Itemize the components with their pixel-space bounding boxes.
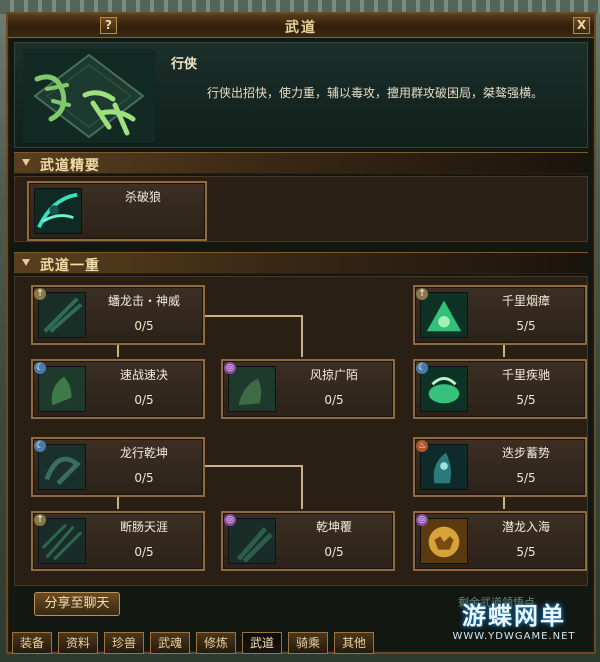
essence-panel: 杀破狼 [14,176,588,242]
wind-sweep-icon [228,366,276,412]
skill-badge: ♨ [416,440,428,452]
tab-profile[interactable]: 资料 [58,632,98,654]
collapse-arrow-icon [22,259,30,266]
skill-badge: ☾ [34,362,46,374]
skill-card-suzhan[interactable]: ☾ 速战速决 0/5 [31,359,205,419]
tab-mounts[interactable]: 骑乘 [288,632,328,654]
skill-level: 5/5 [516,471,536,485]
skill-card-fengjuan[interactable]: ◎ 风掠广陌 0/5 [221,359,395,419]
skill-card-longxing[interactable]: ☾ 龙行乾坤 0/5 [31,437,205,497]
tree-connector [301,465,303,509]
skill-level: 0/5 [134,393,154,407]
watermark-url: WWW.YDWGAME.NET [452,631,576,642]
skill-badge: ↑ [416,288,428,300]
dragon-walk-icon [38,444,86,490]
skill-level: 0/5 [134,545,154,559]
skill-badge: ◎ [224,514,236,526]
skill-card-diebu[interactable]: ♨ 迭步蓄势 5/5 [413,437,587,497]
skill-name: 迭步蓄势 [501,446,550,460]
tab-equipment[interactable]: 装备 [12,632,52,654]
tree-connector [205,315,301,317]
martial-way-window: ? 武道 X 行侠 行侠出招快，使力重，辅以毒攻，擅用群攻破困局，桀骜强横。 武… [6,12,596,654]
school-header: 行侠 行侠出招快，使力重，辅以毒攻，擅用群攻破困局，桀骜强横。 [14,42,588,148]
skill-name: 千里疾驰 [501,368,550,382]
skill-name: 风掠广陌 [309,368,358,382]
miasma-icon [420,292,468,338]
section-essence-header[interactable]: 武道精要 [14,152,588,174]
tab-pets[interactable]: 珍兽 [104,632,144,654]
close-button[interactable]: X [573,17,590,34]
skill-badge: ☾ [34,440,46,452]
share-to-chat-button[interactable]: 分享至聊天 [34,592,120,616]
skill-card-qianlong[interactable]: ◎ 潜龙入海 5/5 [413,511,587,571]
skill-badge: ↑ [34,288,46,300]
skill-name: 龙行乾坤 [119,446,168,460]
tree-connector [503,497,505,509]
skill-badge: ◎ [224,362,236,374]
skill-name: 乾坤覆 [315,520,352,534]
skill-badge: ☾ [416,362,428,374]
section-essence-title: 武道精要 [40,158,100,174]
essence-skill-card[interactable]: 杀破狼 [27,181,207,241]
skill-level: 5/5 [516,393,536,407]
school-emblem [23,49,155,143]
essence-skill-name: 杀破狼 [124,190,161,204]
school-description: 行侠出招快，使力重，辅以毒攻，擅用群攻破困局，桀骜强横。 [207,86,544,100]
skill-name: 蟠龙击・神威 [107,294,180,308]
dragon-strike-icon [38,292,86,338]
tab-cultivation[interactable]: 修炼 [196,632,236,654]
tree-connector [301,315,303,357]
tab-martial-soul[interactable]: 武魂 [150,632,190,654]
skill-card-qiankunfu[interactable]: ◎ 乾坤覆 0/5 [221,511,395,571]
window-title: 武道 [285,20,317,36]
skill-name: 千里烟瘴 [501,294,550,308]
skill-level: 0/5 [134,471,154,485]
skill-card-qianlichi[interactable]: ☾ 千里疾驰 5/5 [413,359,587,419]
skill-level: 0/5 [134,319,154,333]
section-tier1-title: 武道一重 [40,258,100,274]
tree-connector [117,345,119,357]
school-name: 行侠 [171,57,198,72]
heartbreak-icon [38,518,86,564]
hidden-dragon-icon [420,518,468,564]
skill-tree-panel: ↑ 蟠龙击・神威 0/5 ☾ 速战速决 0/5 ◎ 风掠广陌 0/5 ↑ 千里烟… [14,276,588,586]
site-watermark: 游蝶网单 WWW.YDWGAME.NET [434,596,594,658]
heaven-cover-icon [228,518,276,564]
wolf-slash-icon [34,188,82,234]
skill-level: 5/5 [516,319,536,333]
gallop-icon [420,366,468,412]
skill-name: 潜龙入海 [501,520,550,534]
watermark-main: 游蝶网单 [462,602,566,630]
skill-level: 0/5 [324,393,344,407]
skill-badge: ↑ [34,514,46,526]
title-bar[interactable]: ? 武道 X [8,14,594,38]
step-charge-icon [420,444,468,490]
tree-connector [205,465,301,467]
tab-other[interactable]: 其他 [334,632,374,654]
skill-name: 速战速决 [119,368,168,382]
skill-level: 0/5 [324,545,344,559]
tree-connector [503,345,505,357]
quick-battle-icon [38,366,86,412]
skill-badge: ◎ [416,514,428,526]
skill-card-qianliyan[interactable]: ↑ 千里烟瘴 5/5 [413,285,587,345]
tree-connector [117,497,119,509]
skill-level: 5/5 [516,545,536,559]
section-tier1-header[interactable]: 武道一重 [14,252,588,274]
skill-card-panlong[interactable]: ↑ 蟠龙击・神威 0/5 [31,285,205,345]
skill-name: 断肠天涯 [119,520,168,534]
collapse-arrow-icon [22,159,30,166]
tab-martial-way[interactable]: 武道 [242,632,282,654]
skill-card-duanchang[interactable]: ↑ 断肠天涯 0/5 [31,511,205,571]
